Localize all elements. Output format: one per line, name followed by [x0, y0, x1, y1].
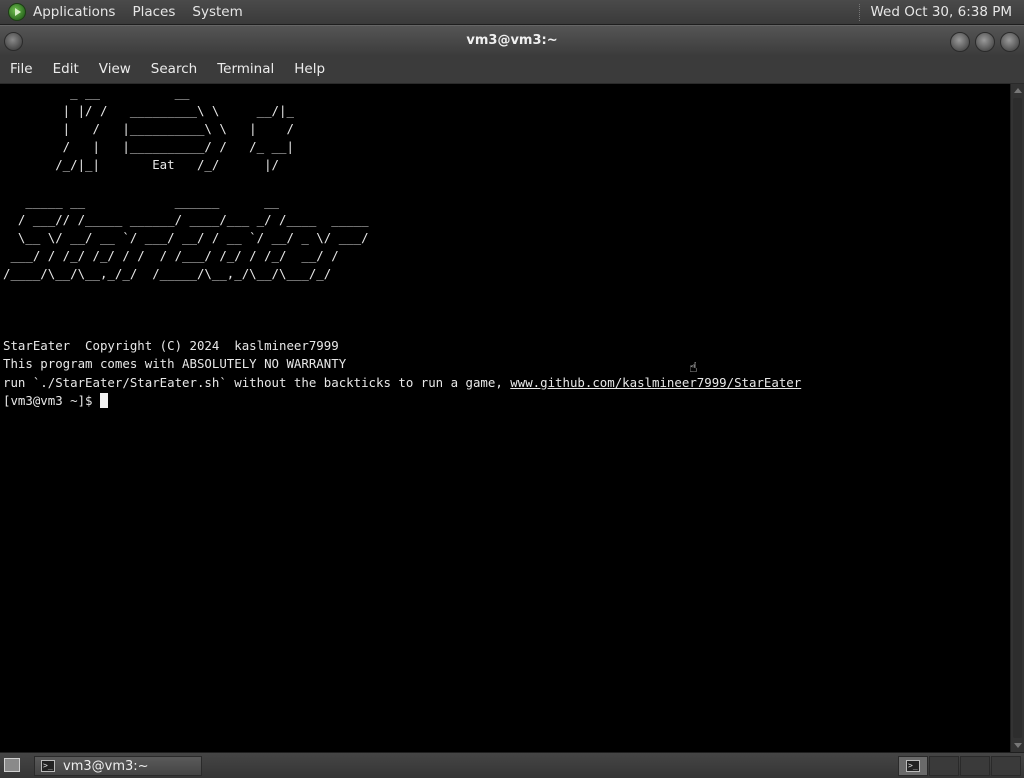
menu-view[interactable]: View — [89, 61, 141, 77]
clock[interactable]: Wed Oct 30, 6:38 PM — [870, 4, 1012, 20]
panel-separator — [859, 3, 862, 21]
maximize-button[interactable] — [975, 32, 995, 52]
workspace-4[interactable] — [991, 756, 1021, 776]
window-title: vm3@vm3:~ — [466, 33, 558, 48]
show-desktop-icon[interactable] — [4, 758, 20, 772]
shell-prompt: [vm3@vm3 ~]$ — [3, 392, 100, 408]
applications-menu[interactable]: Applications — [33, 4, 115, 20]
taskbar-window-label: vm3@vm3:~ — [63, 758, 149, 774]
window-titlebar[interactable]: vm3@vm3:~ — [0, 25, 1024, 55]
terminal-area[interactable]: _ __ __ | |/ / _________\ \ __/|_ | / |_… — [0, 84, 1010, 752]
text-cursor — [99, 392, 108, 408]
menu-search[interactable]: Search — [141, 61, 207, 77]
top-panel: Applications Places System Wed Oct 30, 6… — [0, 0, 1024, 25]
menu-help[interactable]: Help — [284, 61, 335, 77]
menubar: File Edit View Search Terminal Help — [0, 55, 1024, 84]
scrollbar-thumb[interactable] — [1013, 98, 1022, 738]
system-menu[interactable]: System — [192, 4, 242, 20]
workspace-1[interactable]: >_ — [898, 756, 928, 776]
places-menu[interactable]: Places — [132, 4, 175, 20]
close-button[interactable] — [1000, 32, 1020, 52]
scroll-down-arrow-icon[interactable] — [1014, 743, 1022, 748]
applications-icon[interactable] — [8, 3, 26, 21]
workspace-2[interactable] — [929, 756, 959, 776]
menu-edit[interactable]: Edit — [43, 61, 89, 77]
terminal-output: _ __ __ | |/ / _________\ \ __/|_ | / |_… — [0, 84, 1010, 410]
warranty-line: This program comes with ABSOLUTELY NO WA… — [3, 356, 347, 372]
top-panel-right: Wed Oct 30, 6:38 PM — [859, 3, 1012, 21]
ascii-banner: _ __ __ | |/ / _________\ \ __/|_ | / |_… — [3, 85, 369, 281]
scroll-up-arrow-icon[interactable] — [1014, 88, 1022, 93]
hand-pointer-icon: ☝ — [689, 360, 698, 376]
taskbar-window-button[interactable]: >_ vm3@vm3:~ — [34, 756, 202, 776]
terminal-icon: >_ — [41, 760, 55, 772]
workspace-3[interactable] — [960, 756, 990, 776]
run-instruction-text: run `./StarEater/StarEater.sh` without t… — [3, 374, 511, 390]
menu-terminal[interactable]: Terminal — [207, 61, 284, 77]
terminal-scrollbar[interactable] — [1010, 84, 1024, 752]
bottom-panel: >_ vm3@vm3:~ >_ — [0, 752, 1024, 778]
terminal-icon: >_ — [906, 760, 920, 772]
github-link[interactable]: www.github.com/kaslmineer7999/StarEater — [510, 375, 801, 390]
menu-file[interactable]: File — [0, 61, 43, 77]
minimize-button[interactable] — [950, 32, 970, 52]
copyright-line: StarEater Copyright (C) 2024 kaslmineer7… — [3, 338, 339, 354]
